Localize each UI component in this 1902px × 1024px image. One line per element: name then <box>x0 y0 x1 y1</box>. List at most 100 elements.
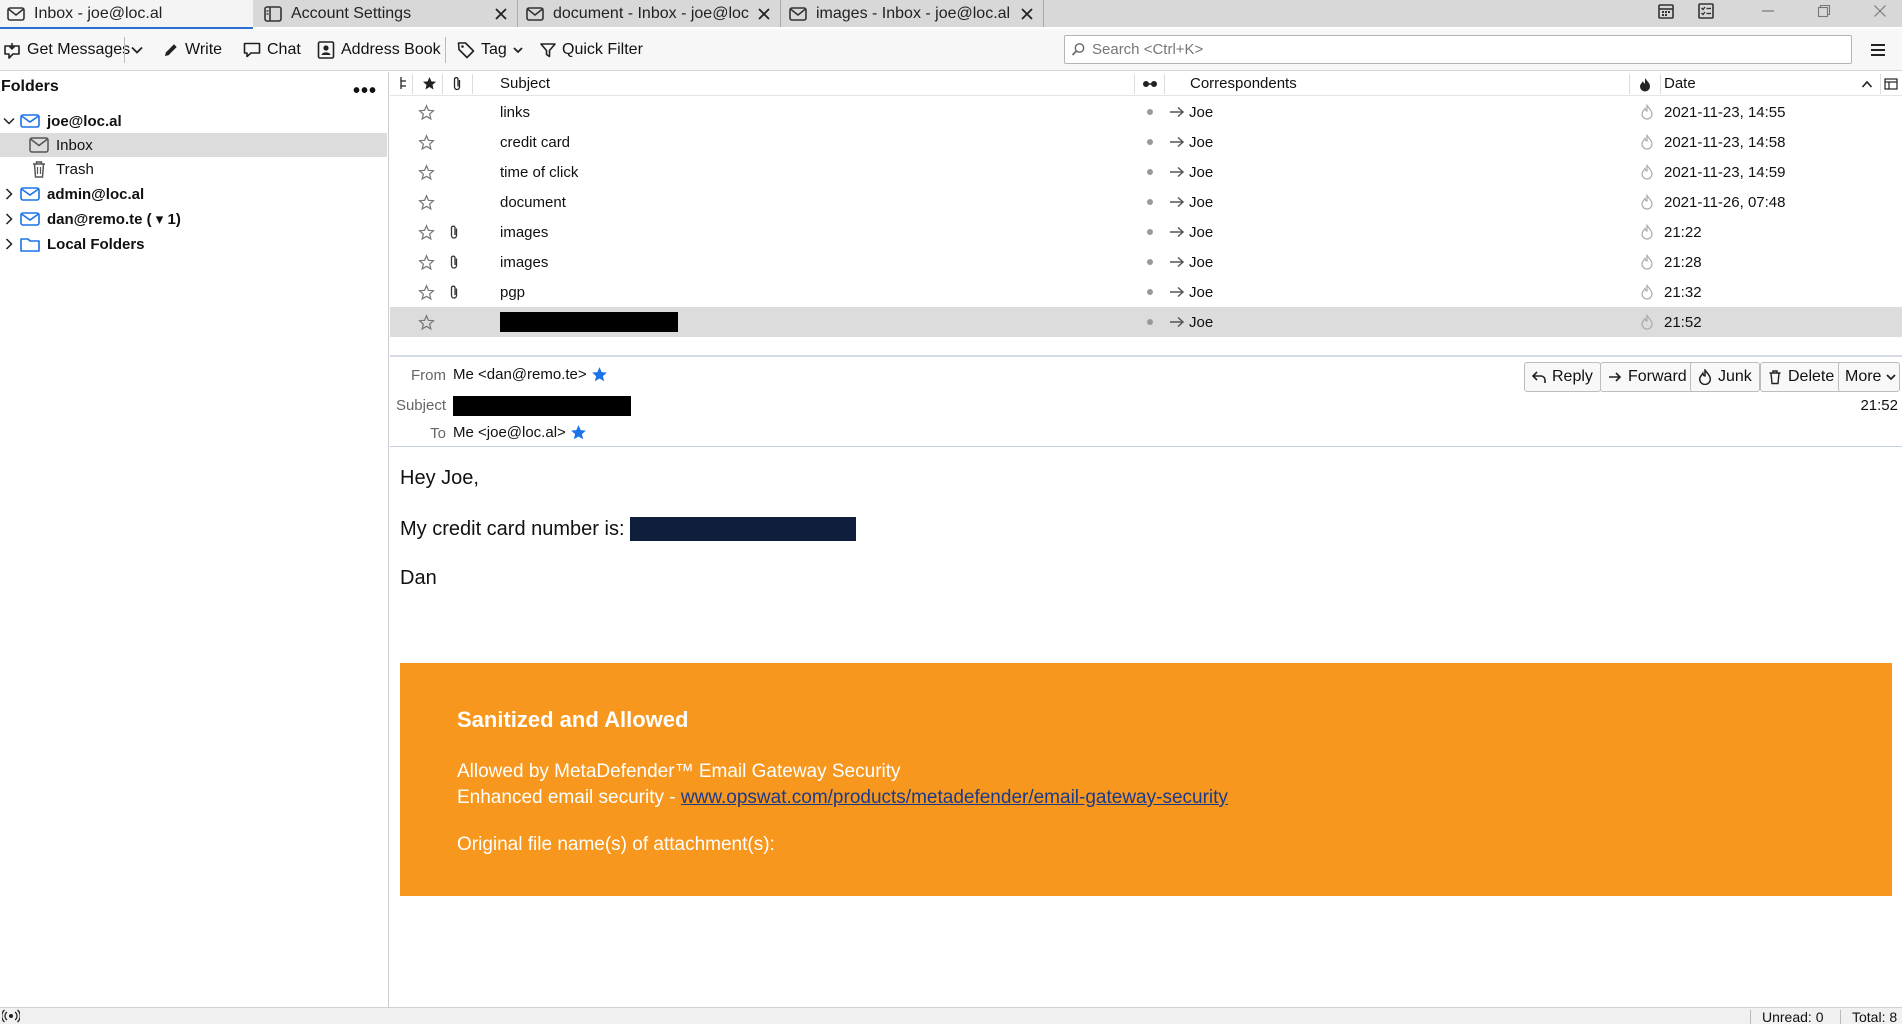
junk-status-icon[interactable] <box>1640 127 1654 157</box>
read-status-icon[interactable] <box>1146 187 1154 217</box>
calendar-icon[interactable] <box>1644 0 1688 22</box>
star-toggle-icon[interactable] <box>418 127 435 157</box>
online-status-icon[interactable] <box>2 1009 20 1023</box>
more-options-icon[interactable]: ••• <box>353 80 377 103</box>
junk-status-icon[interactable] <box>1640 217 1654 247</box>
search-input[interactable]: Search <Ctrl+K> <box>1064 35 1852 64</box>
banner-attachments-text: Original file name(s) of attachment(s): <box>457 834 775 855</box>
chevron-right-icon[interactable] <box>2 212 16 226</box>
star-toggle-icon[interactable] <box>418 277 435 307</box>
to-value[interactable]: Me <joe@loc.al> <box>453 424 587 441</box>
thread-row[interactable]: time of click Joe 2021-11-23, 14:59 <box>390 157 1902 187</box>
write-button[interactable]: Write <box>162 35 222 65</box>
read-status-icon[interactable] <box>1146 127 1154 157</box>
more-button[interactable]: More <box>1838 362 1901 392</box>
junk-status-column-icon[interactable] <box>1638 77 1652 92</box>
star-contact-icon[interactable] <box>570 424 587 441</box>
star-column-icon[interactable] <box>422 76 437 91</box>
get-messages-button[interactable]: Get Messages <box>2 35 130 65</box>
star-toggle-icon[interactable] <box>418 157 435 187</box>
close-window-icon[interactable] <box>1858 0 1902 22</box>
to-address[interactable]: Me <joe@loc.al> <box>453 424 566 441</box>
tab-label: Inbox - joe@loc.al <box>34 4 163 22</box>
junk-status-icon[interactable] <box>1640 97 1654 127</box>
thread-date: 21:32 <box>1664 283 1702 301</box>
opswat-link[interactable]: www.opswat.com/products/metadefender/ema… <box>681 787 1228 808</box>
read-status-icon[interactable] <box>1146 97 1154 127</box>
close-icon[interactable] <box>1018 5 1036 23</box>
delete-button[interactable]: Delete <box>1760 362 1843 392</box>
close-icon[interactable] <box>755 5 773 23</box>
chevron-down-icon[interactable] <box>2 114 16 128</box>
thread-correspondent: Joe <box>1189 103 1214 121</box>
get-messages-label: Get Messages <box>27 41 131 58</box>
restore-icon[interactable] <box>1802 0 1846 22</box>
forward-button[interactable]: Forward <box>1600 362 1695 392</box>
thread-correspondent: Joe <box>1189 313 1214 331</box>
thread-row[interactable]: document Joe 2021-11-26, 07:48 <box>390 187 1902 217</box>
junk-status-icon[interactable] <box>1640 277 1654 307</box>
get-messages-dropdown[interactable] <box>130 35 149 65</box>
star-contact-icon[interactable] <box>591 366 608 383</box>
subject-column-header[interactable]: Subject <box>500 75 550 92</box>
sort-ascending-icon[interactable] <box>1861 79 1873 89</box>
junk-status-icon[interactable] <box>1640 247 1654 277</box>
tab-images[interactable]: images - Inbox - joe@loc.al <box>782 0 1044 27</box>
thread-row[interactable]: images Joe 21:28 <box>390 247 1902 277</box>
star-toggle-icon[interactable] <box>418 187 435 217</box>
tasks-icon[interactable] <box>1684 0 1728 22</box>
thread-correspondent: Joe <box>1189 253 1214 271</box>
read-status-icon[interactable] <box>1146 157 1154 187</box>
star-toggle-icon[interactable] <box>418 217 435 247</box>
mail-account-icon <box>20 187 40 201</box>
star-toggle-icon[interactable] <box>418 97 435 127</box>
folder-inbox[interactable]: Inbox <box>0 133 387 157</box>
chevron-right-icon[interactable] <box>2 237 16 251</box>
minimize-icon[interactable] <box>1746 0 1790 22</box>
thread-row[interactable]: images Joe 21:22 <box>390 217 1902 247</box>
from-address[interactable]: Me <dan@remo.te> <box>453 366 587 383</box>
quick-filter-button[interactable]: Quick Filter <box>539 35 643 65</box>
read-status-icon[interactable] <box>1146 247 1154 277</box>
folder-label: admin@loc.al <box>47 185 145 203</box>
app-menu-icon[interactable] <box>1868 40 1888 60</box>
junk-status-icon[interactable] <box>1640 187 1654 217</box>
from-value[interactable]: Me <dan@remo.te> <box>453 366 608 383</box>
read-status-icon[interactable] <box>1146 217 1154 247</box>
thread-column-icon[interactable] <box>398 76 410 90</box>
read-status-column-icon[interactable] <box>1142 80 1158 88</box>
reply-button[interactable]: Reply <box>1524 362 1601 392</box>
read-status-icon[interactable] <box>1146 307 1154 337</box>
junk-button[interactable]: Junk <box>1690 362 1760 392</box>
redacted-card-number <box>629 517 856 541</box>
address-book-button[interactable]: Address Book <box>316 35 441 65</box>
read-status-icon[interactable] <box>1146 277 1154 307</box>
junk-status-icon[interactable] <box>1640 157 1654 187</box>
tag-button[interactable]: Tag <box>456 35 529 65</box>
tab-account-settings[interactable]: Account Settings <box>257 0 518 27</box>
folder-local-folders[interactable]: Local Folders <box>0 232 387 256</box>
chat-button[interactable]: Chat <box>242 35 301 65</box>
star-toggle-icon[interactable] <box>418 247 435 277</box>
attachment-column-icon[interactable] <box>450 75 464 92</box>
star-toggle-icon[interactable] <box>418 307 435 337</box>
thread-subject: images <box>500 217 548 247</box>
thread-row[interactable]: pgp Joe 21:32 <box>390 277 1902 307</box>
thread-row[interactable]: Joe 21:52 <box>390 307 1902 337</box>
close-icon[interactable] <box>492 5 510 23</box>
tab-document[interactable]: document - Inbox - joe@loc <box>519 0 781 27</box>
thread-row[interactable]: credit card Joe 2021-11-23, 14:58 <box>390 127 1902 157</box>
tab-inbox[interactable]: Inbox - joe@loc.al <box>0 0 253 29</box>
folder-pane: Folders ••• joe@loc.al Inbox Trash admin… <box>0 72 389 1007</box>
thread-row[interactable]: links Joe 2021-11-23, 14:55 <box>390 97 1902 127</box>
column-picker-icon[interactable] <box>1884 77 1898 91</box>
thread-subject-text: links <box>500 103 531 121</box>
folder-trash[interactable]: Trash <box>0 157 387 181</box>
junk-status-icon[interactable] <box>1640 307 1654 337</box>
folder-account-joe[interactable]: joe@loc.al <box>0 109 387 133</box>
folder-account-dan[interactable]: dan@remo.te ( ▾ 1) <box>0 207 387 231</box>
date-column-header[interactable]: Date <box>1664 75 1696 92</box>
correspondents-column-header[interactable]: Correspondents <box>1190 75 1297 92</box>
chevron-right-icon[interactable] <box>2 187 16 201</box>
folder-account-admin[interactable]: admin@loc.al <box>0 182 387 206</box>
